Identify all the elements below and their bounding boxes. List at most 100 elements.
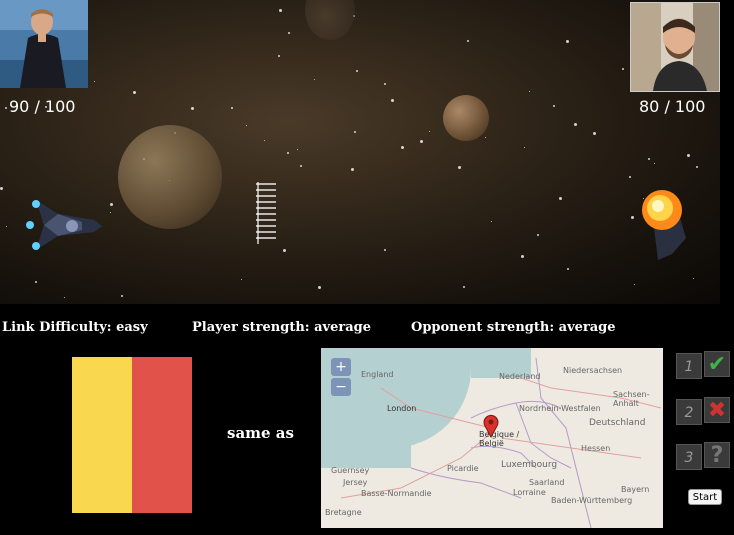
star — [384, 83, 386, 85]
star — [491, 221, 492, 222]
flag-stripe-red — [132, 357, 192, 513]
star — [0, 187, 3, 190]
map-label-basse-normandie: Basse-Normandie — [361, 489, 432, 498]
star — [429, 131, 430, 132]
answer-number-1[interactable]: 1 — [676, 353, 702, 379]
map-label-baden-wuerttemberg: Baden-Württemberg — [551, 496, 633, 505]
star — [574, 123, 577, 126]
answer-number-2[interactable]: 2 — [676, 399, 702, 425]
player-strength: Player strength: average — [192, 320, 371, 335]
laser-projectile — [256, 182, 276, 244]
star — [283, 249, 286, 252]
map-label-picardie: Picardie — [447, 464, 479, 473]
cross-icon[interactable]: ✖ — [704, 397, 730, 423]
belgium-flag-partial — [72, 357, 192, 513]
map-label-nederland: Nederland — [499, 372, 541, 381]
star — [351, 168, 354, 171]
map-label-saarland: Saarland — [529, 478, 565, 487]
star — [356, 70, 358, 72]
map-label-jersey: Jersey — [343, 478, 368, 487]
map-label-guernsey: Guernsey — [331, 466, 370, 475]
star — [110, 212, 111, 213]
link-difficulty: Link Difficulty: easy — [2, 320, 148, 335]
star — [318, 286, 321, 289]
star — [241, 279, 242, 280]
map-marker-icon[interactable] — [483, 414, 499, 438]
map-label-nrw: Nordrhein-Westfalen — [519, 404, 601, 413]
star — [458, 166, 461, 169]
map-label-sachsen-anhalt: Sachsen-Anhalt — [613, 390, 650, 408]
star — [391, 99, 394, 102]
player-health: 90 / 100 — [9, 97, 76, 116]
map-zoom-out-button[interactable]: − — [331, 378, 351, 396]
star — [288, 32, 290, 34]
star — [566, 40, 569, 43]
map-widget[interactable]: England London Nederland Niedersachsen N… — [321, 348, 663, 528]
star — [121, 295, 123, 297]
planet-top — [305, 0, 355, 40]
map-label-luxembourg: Luxembourg — [501, 460, 558, 470]
player-spaceship — [26, 200, 102, 250]
star — [287, 152, 289, 154]
planet-small — [443, 95, 489, 141]
star — [629, 176, 631, 178]
map-label-bretagne: Bretagne — [325, 508, 362, 517]
star — [133, 91, 136, 94]
star — [524, 147, 525, 148]
star — [463, 286, 465, 288]
opponent-avatar — [630, 2, 720, 92]
flag-stripe-yellow — [72, 357, 132, 513]
star — [6, 226, 7, 227]
map-label-england: England — [361, 370, 394, 379]
star — [231, 107, 233, 109]
start-button[interactable]: Start — [688, 489, 722, 505]
star — [191, 107, 194, 110]
star — [300, 165, 302, 167]
star — [35, 281, 37, 283]
star — [696, 166, 698, 168]
star — [521, 255, 524, 258]
map-label-deutschland: Deutschland — [589, 418, 646, 428]
same-as-label: same as — [227, 424, 294, 442]
star — [264, 140, 265, 141]
star — [420, 140, 423, 143]
star — [314, 79, 315, 80]
star — [553, 105, 555, 107]
star — [279, 9, 282, 12]
map-label-london: London — [387, 404, 417, 413]
opponent-spaceship-explosion — [642, 190, 686, 260]
check-icon[interactable]: ✔ — [704, 351, 730, 377]
star — [559, 197, 562, 200]
map-label-bayern: Bayern — [621, 485, 650, 494]
planet-large — [118, 125, 222, 229]
map-zoom-in-button[interactable]: + — [331, 358, 351, 376]
star — [94, 81, 95, 82]
star — [593, 132, 596, 135]
star — [354, 131, 356, 133]
star — [110, 203, 113, 206]
star — [529, 91, 530, 92]
star — [693, 278, 694, 279]
answer-number-3[interactable]: 3 — [676, 444, 702, 470]
player-avatar — [0, 0, 88, 88]
star — [64, 297, 65, 298]
star — [485, 137, 486, 138]
star — [5, 107, 7, 109]
question-icon[interactable]: ? — [704, 442, 730, 468]
map-label-lorraine: Lorraine — [513, 488, 546, 497]
star — [537, 234, 539, 236]
star — [467, 40, 469, 42]
star — [246, 125, 247, 126]
star — [401, 146, 404, 149]
opponent-strength: Opponent strength: average — [411, 320, 616, 335]
star — [567, 268, 569, 270]
star — [654, 163, 655, 164]
star — [622, 68, 624, 70]
star — [687, 154, 690, 157]
map-label-hessen: Hessen — [581, 444, 611, 453]
game-canvas[interactable]: 90 / 100 80 / 100 — [0, 0, 720, 304]
star — [278, 55, 280, 57]
star — [648, 158, 650, 160]
map-label-niedersachsen: Niedersachsen — [563, 366, 623, 375]
star — [297, 149, 298, 150]
